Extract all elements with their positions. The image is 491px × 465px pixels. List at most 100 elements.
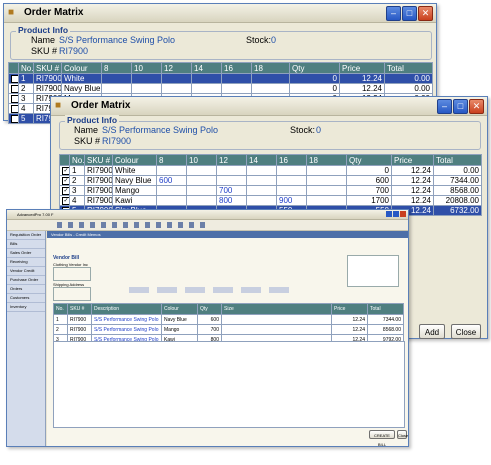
row-checkbox[interactable]: ✓: [62, 176, 69, 185]
size-qty-cell[interactable]: [156, 195, 187, 206]
row-checkbox-cell[interactable]: ✓: [59, 165, 70, 176]
cell-description[interactable]: S/S Performance Swing Polo: [91, 324, 162, 335]
column-header[interactable]: Description: [91, 303, 162, 315]
shipping-address-box[interactable]: [53, 287, 91, 301]
maximize-icon[interactable]: [393, 211, 399, 217]
column-header[interactable]: Colour: [61, 62, 102, 74]
column-header[interactable]: No.: [53, 303, 68, 315]
size-qty-cell[interactable]: [191, 83, 222, 94]
minimize-icon[interactable]: –: [437, 99, 452, 114]
size-qty-cell[interactable]: [101, 73, 132, 84]
row-checkbox[interactable]: [11, 74, 18, 83]
column-header[interactable]: 14: [246, 154, 277, 166]
column-header[interactable]: [8, 62, 19, 74]
row-checkbox[interactable]: [11, 84, 18, 93]
table-row[interactable]: 2 RI7900 S/S Performance Swing Polo Mango 70…: [53, 324, 404, 335]
sidebar-item[interactable]: Receiving: [7, 258, 45, 267]
row-checkbox-cell[interactable]: [8, 93, 19, 104]
sidebar-item[interactable]: Requisition Order: [7, 231, 45, 240]
sidebar-item[interactable]: Orders: [7, 285, 45, 294]
close-button[interactable]: Close: [451, 324, 481, 339]
table-row[interactable]: ✓ 3 RI7900 Mango 700 700 12.24 8568.00: [59, 185, 482, 196]
column-header[interactable]: 12: [216, 154, 247, 166]
size-qty-cell[interactable]: [306, 195, 347, 206]
row-checkbox-cell[interactable]: [8, 73, 19, 84]
column-header[interactable]: Price: [391, 154, 434, 166]
sidebar-item[interactable]: Bills: [7, 240, 45, 249]
column-header[interactable]: No.: [18, 62, 34, 74]
row-checkbox[interactable]: ✓: [62, 186, 69, 195]
size-qty-cell[interactable]: [276, 185, 307, 196]
maximize-icon[interactable]: □: [402, 6, 417, 21]
table-row[interactable]: ✓ 2 RI7900 Navy Blue 600 600 12.24 7344.00: [59, 175, 482, 186]
minimize-icon[interactable]: –: [386, 6, 401, 21]
column-header[interactable]: 12: [161, 62, 192, 74]
size-qty-cell[interactable]: [101, 83, 132, 94]
column-header[interactable]: Total: [384, 62, 433, 74]
close-icon[interactable]: [400, 211, 406, 217]
size-qty-cell[interactable]: [131, 73, 162, 84]
column-header[interactable]: 10: [131, 62, 162, 74]
table-row[interactable]: 2 RI7900 Navy Blue 0 12.24 0.00: [8, 83, 433, 94]
sidebar-item[interactable]: Purchase Order: [7, 276, 45, 285]
table-row[interactable]: 1 RI7900 S/S Performance Swing Polo Navy Bl…: [53, 314, 404, 325]
size-qty-cell[interactable]: 800: [216, 195, 247, 206]
size-qty-cell[interactable]: [186, 195, 217, 206]
column-header[interactable]: 8: [156, 154, 187, 166]
header-fields-row[interactable]: [129, 287, 289, 293]
column-header[interactable]: Total: [433, 154, 482, 166]
column-header[interactable]: SKU #: [33, 62, 62, 74]
column-header[interactable]: No.: [69, 154, 85, 166]
column-header[interactable]: 16: [276, 154, 307, 166]
sidebar-item[interactable]: Vendor Credit: [7, 267, 45, 276]
size-qty-cell[interactable]: [216, 175, 247, 186]
column-header[interactable]: Qty: [197, 303, 222, 315]
title-bar[interactable]: AdvancedPro 7.00 F: [7, 210, 408, 220]
size-qty-cell[interactable]: [186, 185, 217, 196]
column-header[interactable]: 14: [191, 62, 222, 74]
column-header[interactable]: 16: [221, 62, 252, 74]
column-header[interactable]: Qty: [289, 62, 340, 74]
column-header[interactable]: 10: [186, 154, 217, 166]
column-header[interactable]: Price: [331, 303, 368, 315]
column-header[interactable]: Price: [339, 62, 385, 74]
column-header[interactable]: SKU #: [67, 303, 92, 315]
row-checkbox-cell[interactable]: ✓: [59, 185, 70, 196]
size-qty-cell[interactable]: 600: [156, 175, 187, 186]
row-checkbox-cell[interactable]: [8, 113, 19, 124]
size-qty-cell[interactable]: [186, 165, 217, 176]
row-checkbox[interactable]: [11, 104, 18, 113]
row-checkbox[interactable]: [11, 114, 18, 123]
size-qty-cell[interactable]: [191, 73, 222, 84]
column-header[interactable]: 18: [251, 62, 290, 74]
size-qty-cell[interactable]: [216, 165, 247, 176]
size-qty-cell[interactable]: [161, 73, 192, 84]
close-icon[interactable]: ✕: [418, 6, 433, 21]
size-qty-cell[interactable]: [276, 175, 307, 186]
row-checkbox[interactable]: ✓: [62, 196, 69, 205]
add-button[interactable]: Add: [419, 324, 445, 339]
size-qty-cell[interactable]: [306, 175, 347, 186]
row-checkbox-cell[interactable]: ✓: [59, 195, 70, 206]
size-qty-cell[interactable]: [131, 83, 162, 94]
sidebar-item[interactable]: Sales Order: [7, 249, 45, 258]
size-qty-cell[interactable]: [251, 73, 290, 84]
size-qty-cell[interactable]: 700: [216, 185, 247, 196]
sidebar-item[interactable]: Customers: [7, 294, 45, 303]
size-qty-cell[interactable]: [276, 165, 307, 176]
row-checkbox[interactable]: ✓: [62, 166, 69, 175]
size-qty-cell[interactable]: [161, 83, 192, 94]
title-bar[interactable]: ■ Order Matrix – □ ✕: [4, 4, 436, 23]
size-qty-cell[interactable]: [246, 175, 277, 186]
table-row[interactable]: ✓ 1 RI7900 White 0 12.24 0.00: [59, 165, 482, 176]
column-header[interactable]: Size: [221, 303, 332, 315]
title-bar[interactable]: ■ Order Matrix – □ ✕: [51, 97, 487, 116]
size-qty-cell[interactable]: [156, 165, 187, 176]
row-checkbox[interactable]: [11, 94, 18, 103]
minimize-icon[interactable]: [386, 211, 392, 217]
table-row[interactable]: 1 RI7900 White 0 12.24 0.00: [8, 73, 433, 84]
close-button[interactable]: Close: [397, 430, 408, 439]
sidebar-item[interactable]: Inventory: [7, 303, 45, 312]
size-qty-cell[interactable]: 900: [276, 195, 307, 206]
size-qty-cell[interactable]: [186, 175, 217, 186]
